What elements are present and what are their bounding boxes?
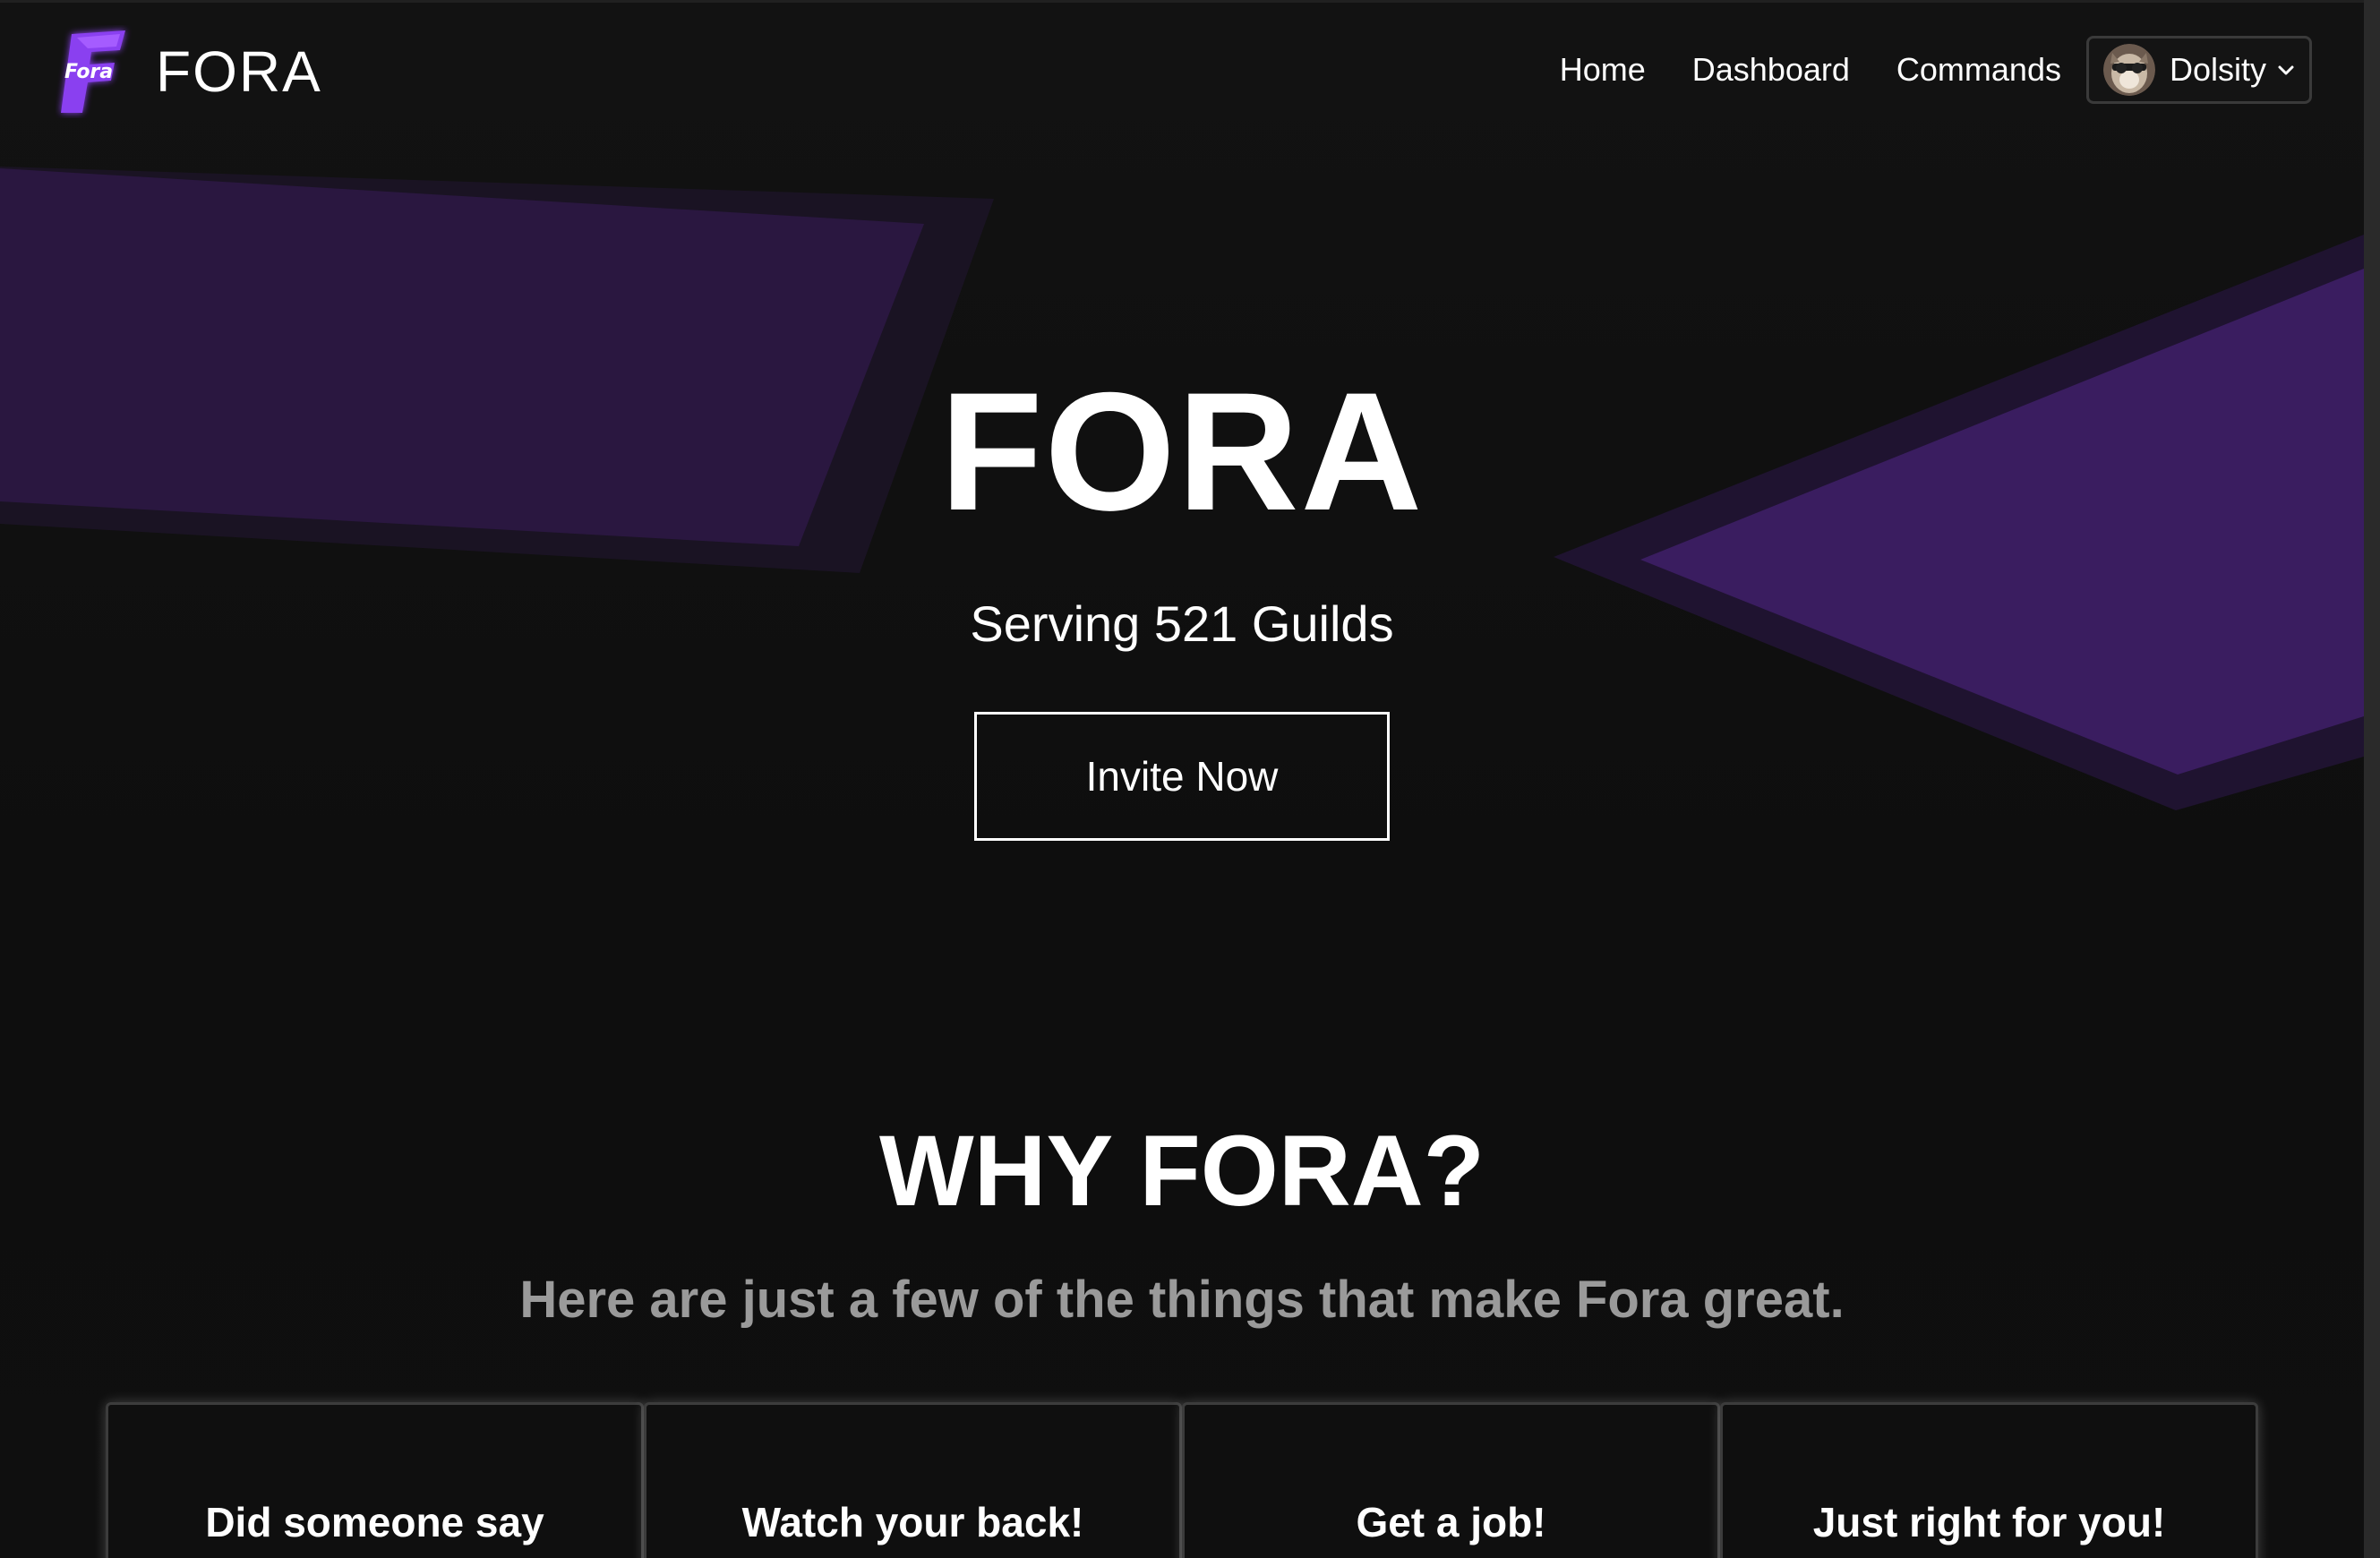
hero-subtitle: Serving 521 Guilds — [970, 595, 1394, 652]
window-edge — [2364, 0, 2380, 1558]
feature-card-title: Get a job! — [1356, 1499, 1546, 1545]
nav-links: Home Dashboard Commands Dolsity — [1513, 36, 2312, 104]
page: Fora FORA Home Dashboard Commands Dolsit… — [0, 0, 2380, 1558]
feature-card: Watch your back! — [644, 1402, 1182, 1558]
feature-card-title: Watch your back! — [741, 1499, 1084, 1545]
why-section-subtitle: Here are just a few of the things that m… — [519, 1271, 1845, 1329]
invite-now-button[interactable]: Invite Now — [974, 712, 1390, 841]
nav-link-home[interactable]: Home — [1560, 51, 1646, 89]
navbar: Fora FORA Home Dashboard Commands Dolsit… — [0, 0, 2364, 148]
user-name: Dolsity — [2169, 51, 2266, 88]
logo-text: Fora — [64, 61, 114, 83]
feature-card: Get a job! — [1182, 1402, 1720, 1558]
nav-link-dashboard[interactable]: Dashboard — [1692, 51, 1850, 89]
fora-logo-icon: Fora — [56, 25, 136, 118]
brand-link[interactable]: Fora FORA — [56, 25, 322, 118]
why-section-title: WHY FORA? — [878, 1115, 1485, 1227]
feature-card: Did someone say — [106, 1402, 644, 1558]
hero-title: FORA — [939, 357, 1425, 545]
feature-card-title: Did someone say — [205, 1499, 544, 1545]
brand-name: FORA — [156, 39, 322, 104]
chevron-down-icon — [2278, 65, 2294, 75]
feature-cards: Did someone say Watch your back! Get a j… — [106, 1402, 2258, 1558]
user-avatar — [2102, 44, 2155, 96]
user-menu-button[interactable]: Dolsity — [2085, 36, 2312, 104]
nav-link-commands[interactable]: Commands — [1896, 51, 2061, 89]
feature-card-title: Just right for you! — [1812, 1499, 2166, 1545]
feature-card: Just right for you! — [1720, 1402, 2258, 1558]
